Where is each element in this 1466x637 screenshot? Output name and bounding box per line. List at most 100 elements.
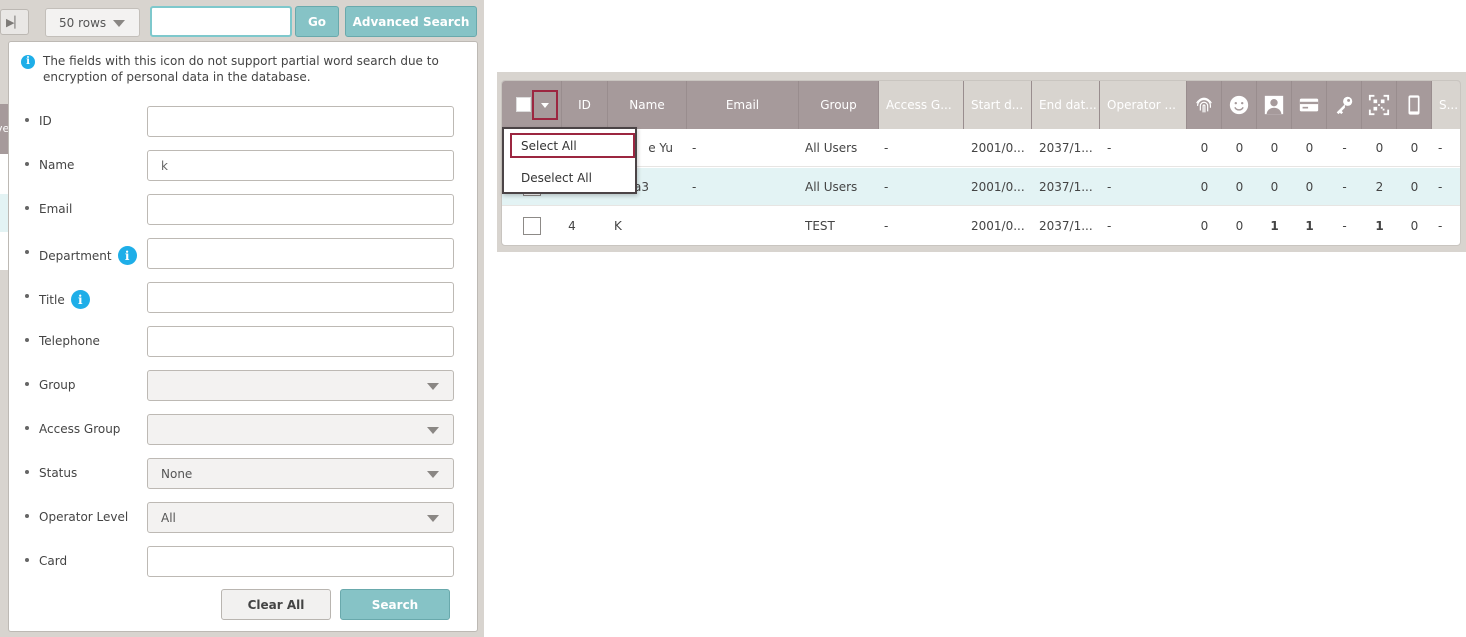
cell-operator: - xyxy=(1107,219,1112,233)
access-group-select[interactable] xyxy=(147,414,454,445)
select-all-checkbox[interactable] xyxy=(516,97,531,112)
cell-key: - xyxy=(1342,141,1347,155)
name-label: Name xyxy=(39,158,75,172)
column-header-qr[interactable] xyxy=(1362,81,1397,129)
cell-card: 0 xyxy=(1305,141,1314,155)
advanced-search-button[interactable]: Advanced Search xyxy=(345,6,477,37)
column-header-end-date[interactable]: End dat... xyxy=(1032,81,1100,129)
info-icon: i xyxy=(117,246,137,265)
bullet xyxy=(25,558,29,562)
cell-access-group: - xyxy=(884,180,889,194)
bullet xyxy=(25,206,29,210)
table-row[interactable]: a3 - All Users - 2001/0... 2037/1... - 0… xyxy=(502,168,1460,206)
group-select[interactable] xyxy=(147,370,454,401)
bullet xyxy=(25,162,29,166)
cell-email: - xyxy=(692,180,697,194)
card-input[interactable] xyxy=(147,546,454,577)
deselect-all-option[interactable]: Deselect All xyxy=(510,165,635,190)
column-header-group[interactable]: Group xyxy=(799,81,879,129)
select-all-option[interactable]: Select All xyxy=(510,133,635,158)
column-header-access-group[interactable]: Access G... xyxy=(879,81,964,129)
group-label: Group xyxy=(39,378,76,392)
cell-access-group: - xyxy=(884,219,889,233)
cell-email xyxy=(692,207,799,245)
bullet xyxy=(25,250,29,254)
cell-qr: 0 xyxy=(1375,141,1384,155)
chevron-down-icon xyxy=(427,515,439,522)
cell-mobile: 0 xyxy=(1410,141,1419,155)
clear-all-button[interactable]: Clear All xyxy=(221,589,331,620)
cell-face: 0 xyxy=(1235,141,1244,155)
field-label: Department i xyxy=(39,246,137,265)
column-header-operator[interactable]: Operator ... xyxy=(1100,81,1187,129)
key-icon xyxy=(1336,96,1353,115)
cell-status: - xyxy=(1438,141,1443,155)
column-header-card[interactable] xyxy=(1292,81,1327,129)
chevron-down-icon xyxy=(427,471,439,478)
field-label: Card xyxy=(39,554,67,568)
cell-photo: 0 xyxy=(1270,180,1279,194)
cell-start-date: 2001/0... xyxy=(971,141,1025,155)
cell-photo: 1 xyxy=(1270,219,1279,233)
cell-operator: - xyxy=(1107,180,1112,194)
card-label: Card xyxy=(39,554,68,568)
column-header-fingerprint[interactable] xyxy=(1187,81,1222,129)
department-input[interactable] xyxy=(147,238,454,269)
cell-group: All Users xyxy=(805,141,858,155)
encryption-notice: i The fields with this icon do not suppo… xyxy=(21,53,461,85)
title-input[interactable] xyxy=(147,282,454,313)
column-header-face[interactable] xyxy=(1222,81,1257,129)
cell-qr: 1 xyxy=(1375,219,1384,233)
chevron-down-icon xyxy=(113,20,125,27)
toolbar: ▶▏ 50 rows Go Advanced Search xyxy=(0,6,484,38)
column-header-start-date[interactable]: Start d... xyxy=(964,81,1032,129)
cell-group: All Users xyxy=(805,180,858,194)
column-header-name[interactable]: Name xyxy=(608,81,687,129)
cell-fingerprint: 0 xyxy=(1200,180,1209,194)
go-button[interactable]: Go xyxy=(295,6,339,37)
cell-start-date: 2001/0... xyxy=(971,180,1025,194)
rows-per-page-select[interactable]: 50 rows xyxy=(45,8,140,37)
column-header-email[interactable]: Email xyxy=(687,81,799,129)
card-icon xyxy=(1299,98,1319,112)
row-checkbox[interactable] xyxy=(523,217,541,235)
quick-search-input[interactable] xyxy=(150,6,292,37)
operator-level-select[interactable]: All xyxy=(147,502,454,533)
user-photo-icon xyxy=(1264,95,1284,115)
email-input[interactable] xyxy=(147,194,454,225)
column-header-id[interactable]: ID xyxy=(562,81,608,129)
access-group-label: Access Group xyxy=(39,422,121,436)
select-menu-button[interactable] xyxy=(532,90,558,120)
field-label: Name xyxy=(39,158,74,172)
table-row[interactable]: e Yu - All Users - 2001/0... 2037/1... -… xyxy=(502,129,1460,167)
status-label: Status xyxy=(39,466,78,480)
field-label: Operator Level xyxy=(39,510,128,524)
cell-status: - xyxy=(1438,219,1443,233)
notice-text: The fields with this icon do not support… xyxy=(43,54,439,84)
column-header-key[interactable] xyxy=(1327,81,1362,129)
cell-fingerprint: 0 xyxy=(1200,141,1209,155)
caret-down-icon xyxy=(541,102,549,108)
select-column-header xyxy=(502,81,562,129)
department-label: Department xyxy=(39,248,112,263)
bullet xyxy=(25,470,29,474)
status-select[interactable]: None xyxy=(147,458,454,489)
name-input[interactable]: k xyxy=(147,150,454,181)
telephone-input[interactable] xyxy=(147,326,454,357)
field-label: Title i xyxy=(39,290,90,309)
column-header-photo[interactable] xyxy=(1257,81,1292,129)
cell-qr: 2 xyxy=(1375,180,1384,194)
table-header: ID Name Email Group Access G... Start d.… xyxy=(502,81,1460,129)
left-panel: ▶▏ 50 rows Go Advanced Search ve i The f… xyxy=(0,0,484,637)
column-header-status[interactable]: S... xyxy=(1432,81,1460,129)
search-button[interactable]: Search xyxy=(340,589,450,620)
table-row[interactable]: 4 K TEST - 2001/0... 2037/1... - 0 0 1 1… xyxy=(502,207,1460,245)
column-header-mobile[interactable] xyxy=(1397,81,1432,129)
last-page-button[interactable]: ▶▏ xyxy=(0,9,29,35)
bullet xyxy=(25,338,29,342)
bullet xyxy=(25,514,29,518)
cell-end-date: 2037/1... xyxy=(1039,219,1093,233)
mobile-icon xyxy=(1408,95,1420,115)
cell-end-date: 2037/1... xyxy=(1039,141,1093,155)
id-input[interactable] xyxy=(147,106,454,137)
